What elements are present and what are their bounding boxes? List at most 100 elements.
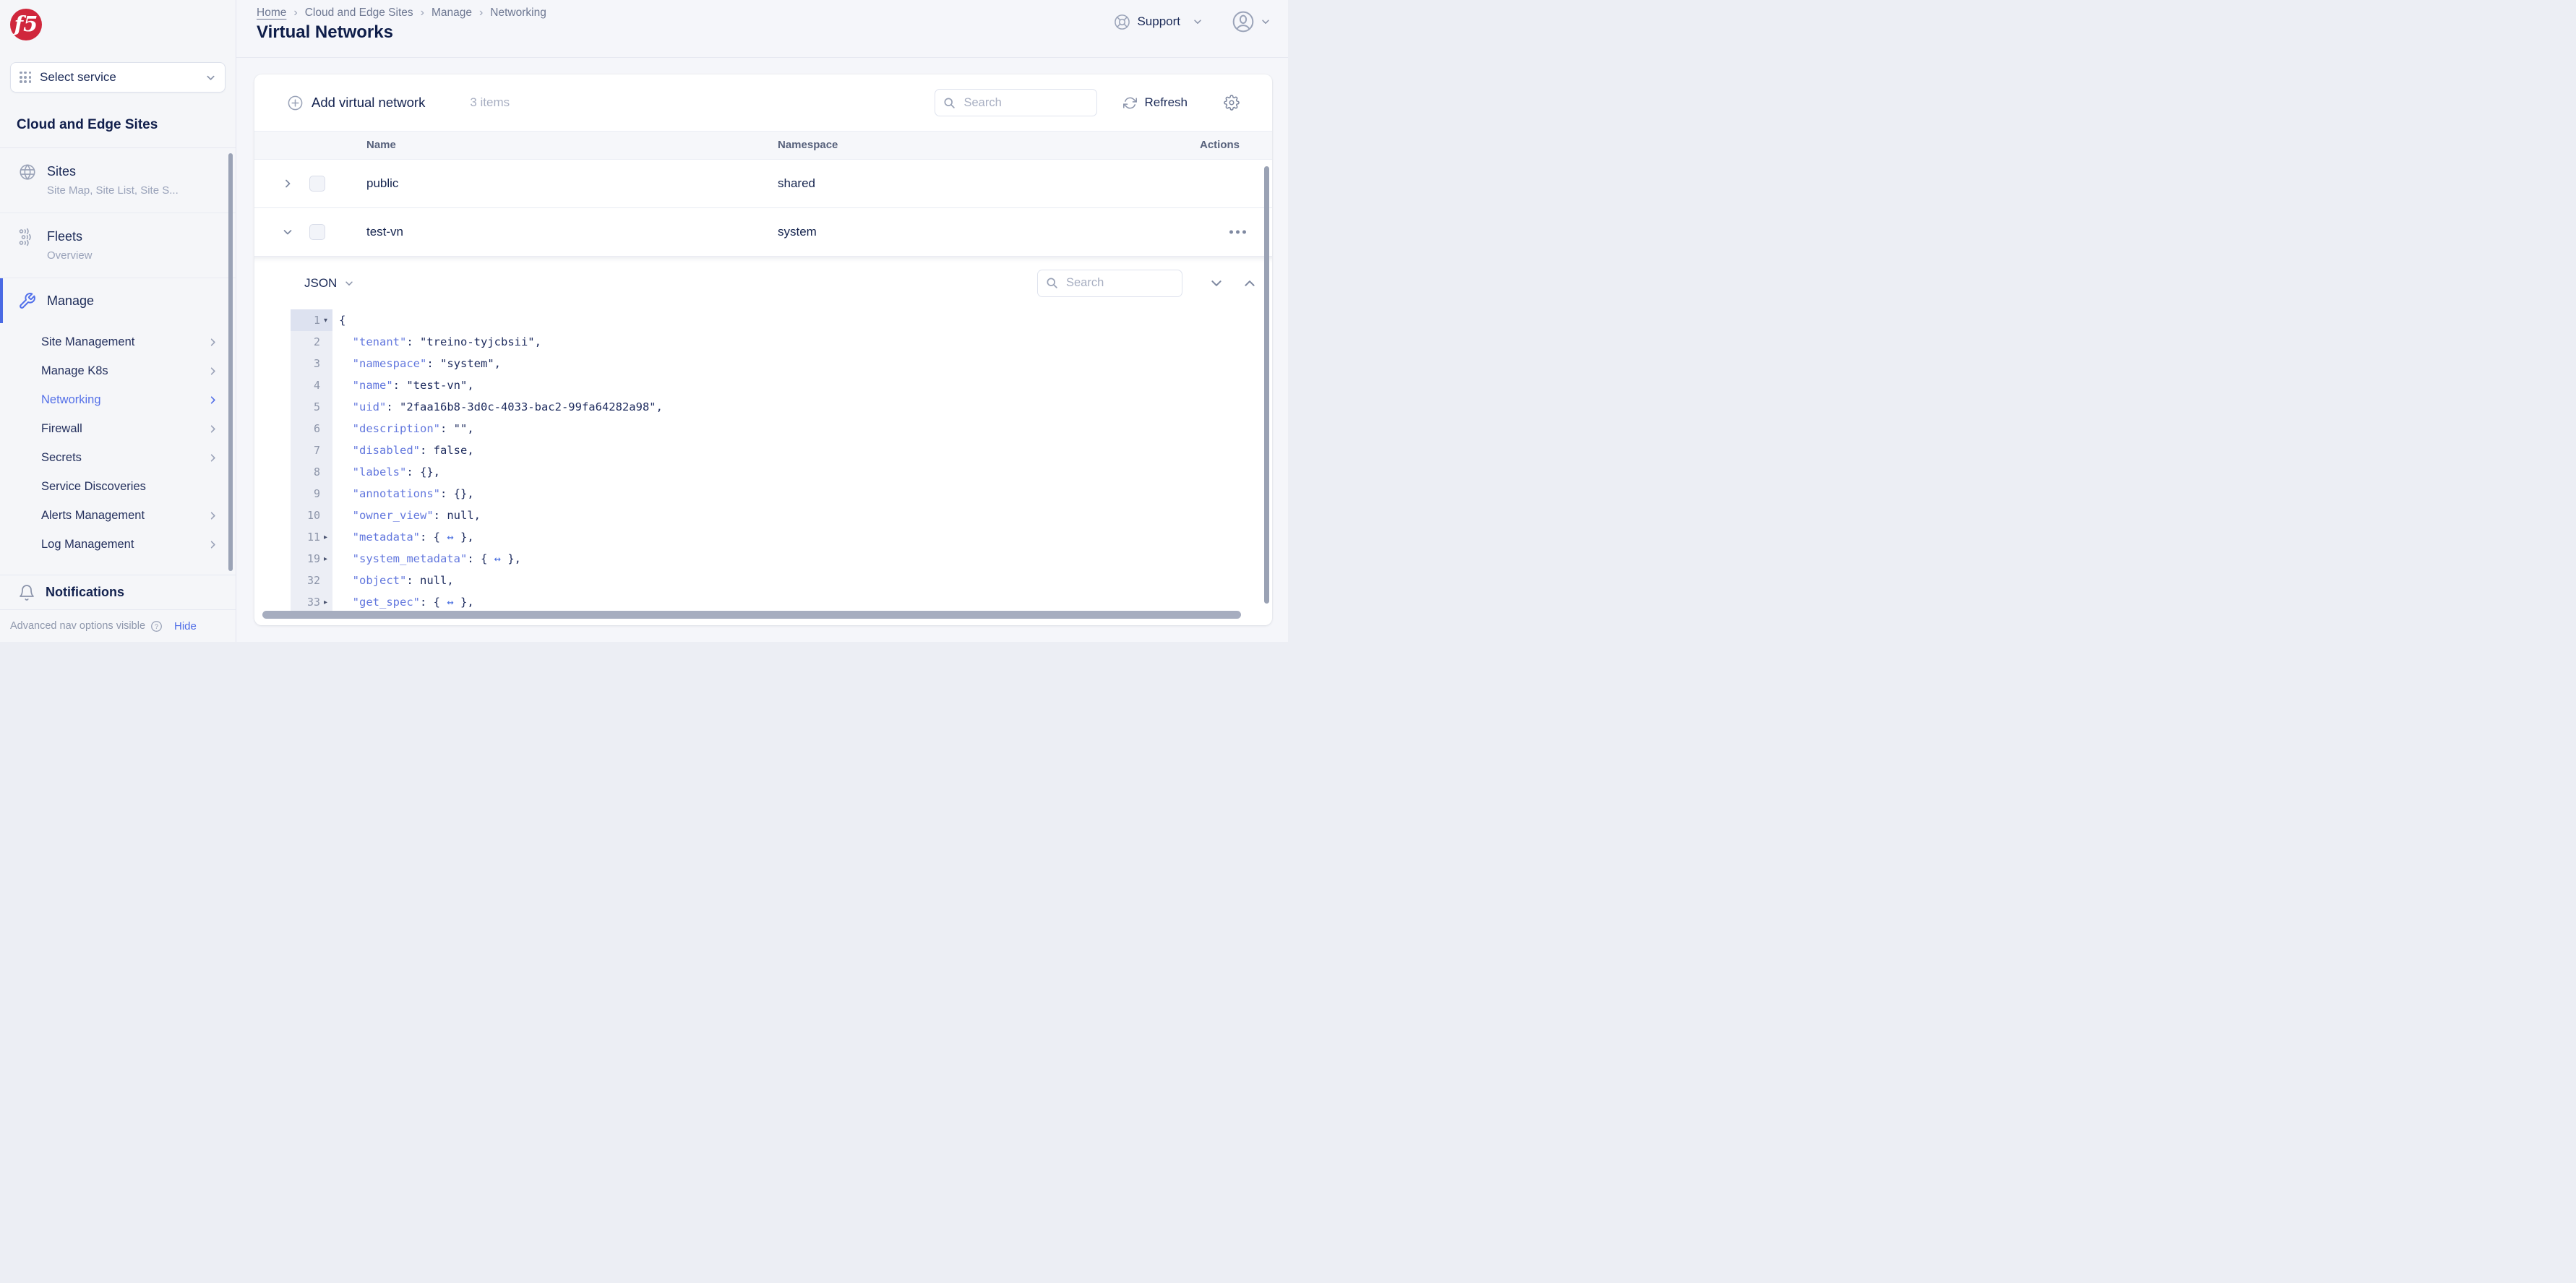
json-search-input[interactable] (1065, 275, 1174, 291)
row-checkbox[interactable] (309, 224, 325, 240)
table-search-input[interactable] (962, 95, 1089, 111)
line-number: 10 (306, 509, 320, 522)
line-gutter[interactable]: 19 ▸ (291, 548, 332, 570)
chevron-right-icon (210, 424, 215, 433)
sidebar-subitem-manage-k8s[interactable]: Manage K8s (0, 356, 236, 385)
table-search[interactable] (935, 89, 1098, 116)
advanced-nav-status: Advanced nav options visible (10, 620, 146, 632)
line-number: 2 (313, 335, 320, 348)
sidebar-subitem-alerts-management[interactable]: Alerts Management (0, 501, 236, 530)
breadcrumb-cloud-and-edge-sites[interactable]: Cloud and Edge Sites (305, 7, 413, 20)
sidebar-item-label: Fleets (47, 229, 83, 244)
cell-name[interactable]: public (366, 176, 398, 191)
vertical-scrollbar[interactable] (1264, 166, 1269, 604)
refresh-button[interactable]: Refresh (1123, 95, 1188, 110)
chevron-right-icon (285, 179, 291, 188)
line-gutter[interactable]: 10 (291, 505, 332, 526)
json-detail-panel: JSON Search 1 ▾ {2 "tenant": "treino-ty… (254, 257, 1272, 613)
line-gutter[interactable]: 3 (291, 353, 332, 374)
sidebar-item-label: Sites (47, 164, 77, 179)
breadcrumb-home[interactable]: Home (257, 7, 286, 20)
line-number: 1 (313, 314, 320, 327)
sidebar-item-manage[interactable]: Manage (0, 278, 236, 323)
sidebar-item-fleets[interactable]: Fleets Overview (0, 213, 236, 278)
json-line: 33 ▸ "get_spec": { ↔ }, (254, 591, 1272, 613)
line-gutter[interactable]: 32 (291, 570, 332, 591)
f5-logo-icon[interactable]: f5 (10, 9, 42, 40)
sidebar-subitem-networking[interactable]: Networking (0, 385, 236, 414)
line-number: 9 (313, 487, 320, 500)
json-code-viewer[interactable]: 1 ▾ { 2 "tenant": "treino-tyjcbsii", 3 "n… (254, 309, 1272, 613)
view-mode-label: JSON (304, 275, 338, 290)
breadcrumb-networking[interactable]: Networking (490, 7, 546, 20)
chevron-right-icon (210, 453, 215, 462)
line-gutter[interactable]: 4 (291, 374, 332, 396)
sidebar-item-label: Manage (47, 293, 95, 308)
sidebar-scrollbar[interactable] (228, 153, 233, 571)
cell-name[interactable]: test-vn (366, 225, 403, 239)
chevron-down-icon (1211, 280, 1222, 286)
chevron-right-icon (210, 395, 215, 404)
page-title: Virtual Networks (257, 22, 393, 42)
line-gutter[interactable]: 1 ▾ (291, 309, 332, 331)
expand-fold-icon[interactable]: ↔ (447, 596, 453, 609)
breadcrumb-separator-icon: › (293, 7, 298, 19)
json-line: 9 "annotations": {}, (254, 483, 1272, 505)
sidebar-item-sites[interactable]: Sites Site Map, Site List, Site S... (0, 148, 236, 213)
sidebar-subitem-service-discoveries[interactable]: Service Discoveries (0, 472, 236, 501)
fold-caret-icon[interactable]: ▾ (320, 317, 331, 325)
json-search[interactable] (1037, 269, 1182, 297)
apps-grid-icon (20, 71, 32, 84)
user-menu[interactable] (1232, 10, 1271, 33)
breadcrumb-separator-icon: › (420, 7, 424, 19)
row-checkbox[interactable] (309, 176, 325, 192)
line-gutter[interactable]: 6 (291, 418, 332, 439)
fold-caret-icon[interactable]: ▸ (320, 533, 331, 541)
line-gutter[interactable]: 8 (291, 461, 332, 483)
collapse-all-button[interactable] (1210, 277, 1223, 290)
table-toolbar: Add virtual network 3 items Refresh (254, 74, 1272, 131)
line-number: 8 (313, 465, 320, 479)
sidebar-item-subtitle: Site Map, Site List, Site S... (47, 184, 179, 197)
column-header-namespace[interactable]: Namespace (778, 132, 838, 158)
sidebar-subitem-site-management[interactable]: Site Management (0, 327, 236, 356)
expand-fold-icon[interactable]: ↔ (494, 552, 501, 565)
table-row[interactable]: test-vn system (254, 208, 1272, 257)
column-header-name[interactable]: Name (366, 132, 396, 158)
select-service-dropdown[interactable]: Select service (10, 62, 226, 93)
globe-icon (18, 163, 37, 213)
subitem-label: Alerts Management (41, 508, 145, 522)
line-gutter[interactable]: 7 (291, 439, 332, 461)
help-circle-icon[interactable]: ? (150, 620, 163, 632)
line-number: 33 (306, 596, 320, 609)
line-gutter[interactable]: 11 ▸ (291, 526, 332, 548)
avatar-icon (1232, 11, 1254, 33)
table-row[interactable]: public shared (254, 160, 1272, 208)
line-gutter[interactable]: 9 (291, 483, 332, 505)
sidebar-subitem-firewall[interactable]: Firewall (0, 414, 236, 443)
hide-advanced-nav-link[interactable]: Hide (174, 620, 197, 632)
table-settings-button[interactable] (1224, 95, 1240, 111)
breadcrumb-manage[interactable]: Manage (432, 7, 472, 20)
add-virtual-network-button[interactable]: Add virtual network (287, 95, 425, 111)
expand-fold-icon[interactable]: ↔ (447, 531, 453, 544)
fold-caret-icon[interactable]: ▸ (320, 555, 331, 563)
chevron-right-icon (210, 540, 215, 549)
support-menu[interactable]: Support (1114, 14, 1203, 30)
expand-row-button[interactable] (282, 178, 293, 189)
line-gutter[interactable]: 5 (291, 396, 332, 418)
subitem-label: Service Discoveries (41, 479, 146, 493)
f5-logo-text: f5 (14, 11, 38, 36)
sidebar-item-notifications[interactable]: Notifications (0, 575, 236, 609)
line-gutter[interactable]: 2 (291, 331, 332, 353)
json-toolbar: JSON (254, 257, 1272, 309)
line-gutter[interactable]: 33 ▸ (291, 591, 332, 613)
view-mode-dropdown[interactable]: JSON (304, 276, 354, 291)
expand-all-button[interactable] (1243, 277, 1256, 290)
sidebar-subitem-log-management[interactable]: Log Management (0, 530, 236, 559)
row-actions-menu-button[interactable] (1229, 230, 1246, 234)
horizontal-scrollbar[interactable] (262, 611, 1241, 619)
sidebar-subitem-secrets[interactable]: Secrets (0, 443, 236, 472)
fold-caret-icon[interactable]: ▸ (320, 598, 331, 606)
collapse-row-button[interactable] (282, 226, 293, 238)
